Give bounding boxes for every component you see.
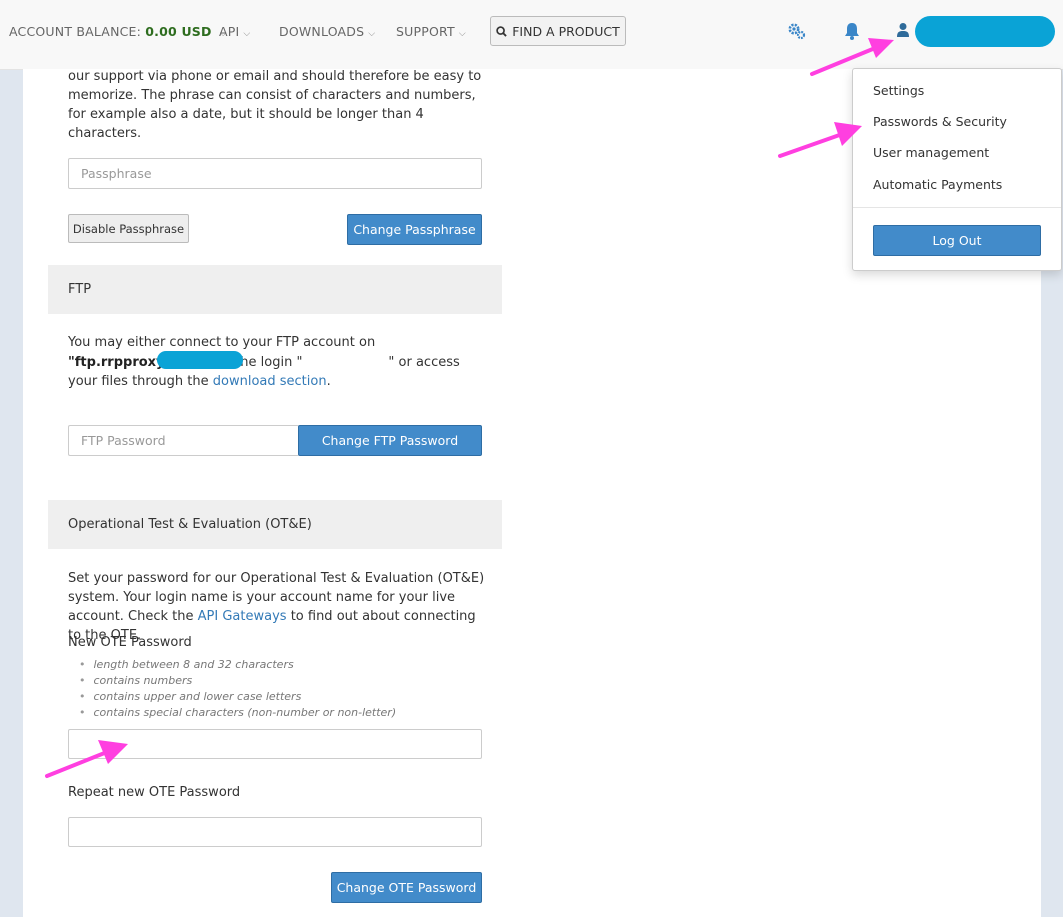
annotation-arrows bbox=[45, 38, 894, 778]
annotation-arrow-ote-input bbox=[45, 740, 128, 778]
annotation-arrow-passwords bbox=[778, 122, 862, 158]
annotation-arrow-user bbox=[810, 38, 894, 76]
